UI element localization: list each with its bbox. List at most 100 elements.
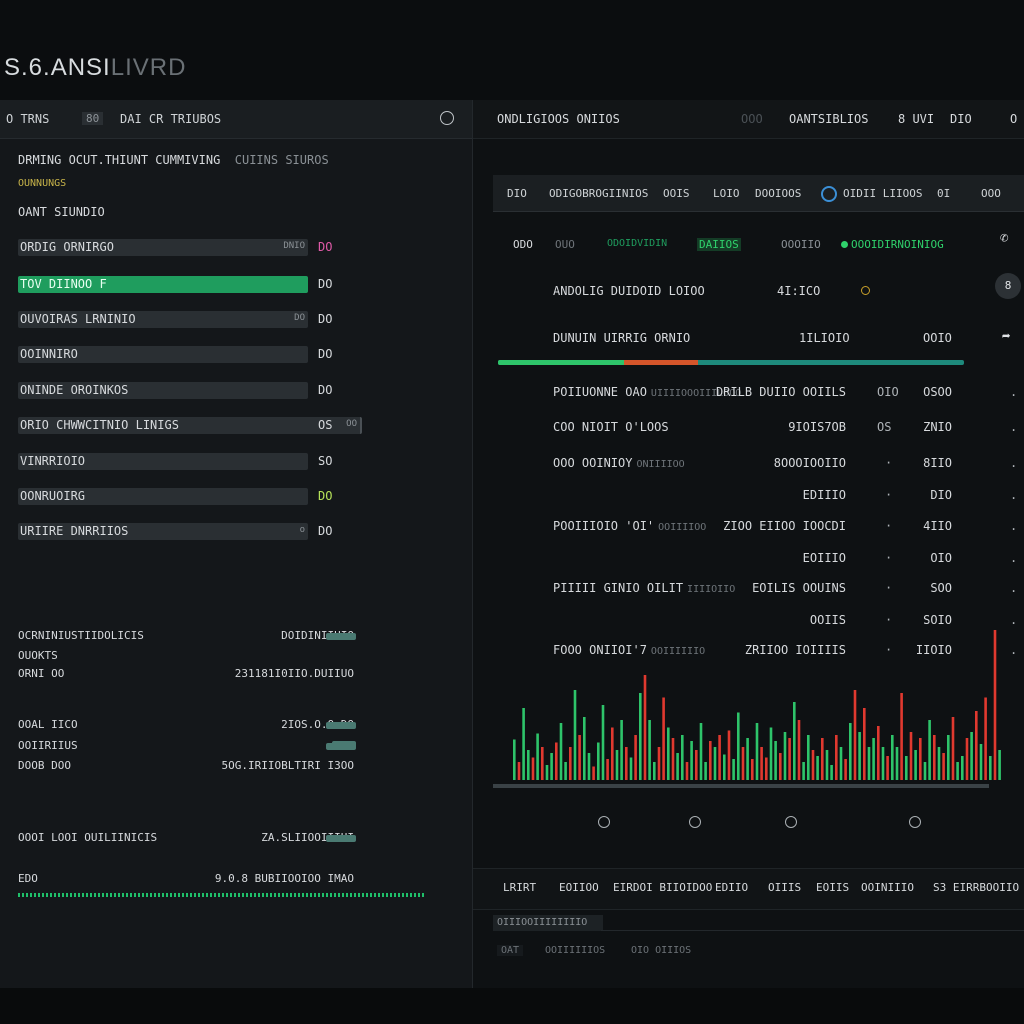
filter-0[interactable]: ODO [513, 238, 533, 251]
nav-prev-icon[interactable] [598, 816, 610, 828]
chart-bar [858, 732, 861, 780]
row-menu-dot[interactable]: . [1010, 551, 1017, 565]
right-header-h3[interactable]: OANTSIBLIOS [789, 112, 868, 126]
bottom-tab-6[interactable]: OOINIIIO [861, 881, 914, 894]
bottom-tab-0[interactable]: LRIRT [503, 881, 536, 894]
filter-chip[interactable]: OIIIOOIIIIIIIIO [493, 915, 603, 931]
right-header-h5[interactable]: DIO [950, 112, 972, 126]
right-header-h2[interactable]: OOO [741, 112, 763, 126]
stat-pill [332, 741, 356, 748]
nav-refresh-icon[interactable] [689, 816, 701, 828]
chart-bar [751, 759, 754, 780]
info-icon[interactable] [821, 186, 837, 202]
left-row-0[interactable]: ORDIG ORNIRGO DNIO [18, 239, 308, 256]
table-cell: 4IIO [923, 519, 952, 533]
left-row-6[interactable]: VINRRIOIO [18, 453, 308, 470]
tab-bar: DIO ODIGOBROGIINIOS OOIS LOIO DOOIOOS OI… [493, 175, 1024, 212]
right-header-h4[interactable]: 8 UVI [898, 112, 934, 126]
row-menu-dot[interactable]: . [1010, 456, 1017, 470]
footer-0[interactable]: OAT [497, 945, 524, 956]
tab-2[interactable]: OOIS [663, 187, 690, 200]
chart-bar [984, 697, 987, 780]
tab-3[interactable]: LOIO [713, 187, 740, 200]
stat-label: OOAL IICO [18, 718, 78, 731]
bottom-tab-4[interactable]: OIIIS [768, 881, 801, 894]
table-row-name[interactable]: OOO OOINIOY ONIIIIOO [553, 456, 685, 470]
tab-1[interactable]: ODIGOBROGIINIOS [549, 187, 648, 200]
bottom-tab-2[interactable]: EIRDOI BIIOIDOO [613, 881, 712, 894]
summary-0-label: ANDOLIG DUIDOID LOIOO [553, 284, 705, 298]
chart-bar [517, 762, 521, 780]
chart-bar [662, 697, 665, 780]
row-menu-dot[interactable]: . [1010, 519, 1017, 533]
row-menu-dot[interactable]: . [1010, 385, 1017, 399]
gear-icon[interactable] [440, 111, 454, 125]
left-row-3[interactable]: OOINNIRO [18, 346, 308, 363]
left-row-sub: DO [294, 313, 305, 323]
table-row-name-dim: OOIIIIOO [658, 522, 707, 533]
row-menu-dot[interactable]: . [1010, 581, 1017, 595]
chart-bar [914, 750, 917, 780]
filter-5[interactable]: OOOIDIRNOINIOG [841, 238, 944, 251]
chart-bar [737, 712, 740, 780]
bottom-tab-1[interactable]: EOIIOO [559, 881, 599, 894]
table-row-name[interactable]: POIIUONNE OAO UIIIIOOOIIILOOO [553, 385, 741, 399]
footer-2[interactable]: OIO OIIIOS [631, 945, 691, 956]
table-row-name[interactable]: POOIIIOIO 'OI' OOIIIIOO [553, 519, 706, 533]
right-panel: ONDLIGIOOS ONIIOS OOO OANTSIBLIOS 8 UVI … [473, 100, 1024, 988]
bottom-strip [0, 988, 1024, 1024]
left-row-7[interactable]: OONRUOIRG [18, 488, 308, 505]
left-row-5[interactable]: ORIO CHWWCITNIO LINIGS OO [18, 417, 362, 434]
left-row-4[interactable]: ONINDE OROINKOS [18, 382, 308, 399]
chart-bar [615, 750, 619, 780]
chart-bar [849, 723, 852, 780]
chart-bar [877, 726, 880, 780]
tab-0[interactable]: DIO [507, 187, 527, 200]
chart-bar [569, 747, 572, 780]
bottom-tab-5[interactable]: EOIIS [816, 881, 849, 894]
left-row-1[interactable]: TOV DIINOO F [18, 276, 308, 293]
chart-bar [601, 705, 605, 780]
table-row-name[interactable]: COO NIOIT O'LOOS [553, 420, 669, 434]
left-heading: DRMING OCUT.THIUNT CUMMIVING CUIINS SIUR… [18, 153, 329, 167]
table-cell: DIO [930, 488, 952, 502]
chart-bar [979, 744, 983, 780]
chart-bar [723, 754, 726, 780]
chart-bar [732, 759, 735, 780]
tab-4[interactable]: DOOIOOS [755, 187, 801, 200]
filter-3[interactable]: DAIIOS [697, 238, 741, 251]
chart-bar [718, 735, 721, 780]
left-panel: O TRNS 80 DAI CR TRIUBOS DRMING OCUT.THI… [0, 100, 473, 988]
filter-4[interactable]: OOOIIO [781, 238, 821, 251]
footer-1[interactable]: OOIIIIIIOS [545, 945, 605, 956]
tab-5[interactable]: OIDII LIIOOS [843, 187, 922, 200]
user-circle-icon[interactable]: 8 [995, 273, 1021, 299]
filter-1[interactable]: OUO [555, 238, 575, 251]
nav-target-icon[interactable] [785, 816, 797, 828]
bottom-tab-3[interactable]: EDIIO [715, 881, 748, 894]
chart-bar [774, 741, 777, 780]
bottom-tab-7[interactable]: S3 EIRRBOOIIO [933, 881, 1019, 894]
table-cell: 8IIO [923, 456, 952, 470]
tab-7[interactable]: OOO [981, 187, 1001, 200]
left-row-8[interactable]: URIIRE DNRRIIOS o [18, 523, 308, 540]
row-menu-dot[interactable]: . [1010, 420, 1017, 434]
progress-orange [623, 360, 699, 365]
chart-bar [648, 720, 651, 780]
table-cell: 9IOIS7OB [788, 420, 846, 434]
left-header-tab[interactable]: O TRNS [6, 112, 49, 126]
filter-2[interactable]: ODOIDVIDIN [607, 238, 667, 249]
left-row-value: DO [318, 489, 333, 503]
tab-6[interactable]: 0I [937, 187, 950, 200]
phone-icon[interactable]: ✆ [1000, 230, 1008, 246]
chart-bar [993, 630, 997, 780]
app-title-faded: LIVRD [110, 54, 187, 81]
right-header-h6[interactable]: O [1010, 112, 1017, 126]
chart-bar [779, 753, 782, 780]
table-row-name[interactable]: PIIIII GINIO OILIT IIIIOIIO [553, 581, 735, 595]
share-icon[interactable]: ➦ [1002, 329, 1010, 345]
row-menu-dot[interactable]: . [1010, 488, 1017, 502]
nav-location-icon[interactable] [909, 816, 921, 828]
left-row-2[interactable]: OUVOIRAS LRNINIO DO [18, 311, 308, 328]
chart-bar [643, 675, 647, 780]
